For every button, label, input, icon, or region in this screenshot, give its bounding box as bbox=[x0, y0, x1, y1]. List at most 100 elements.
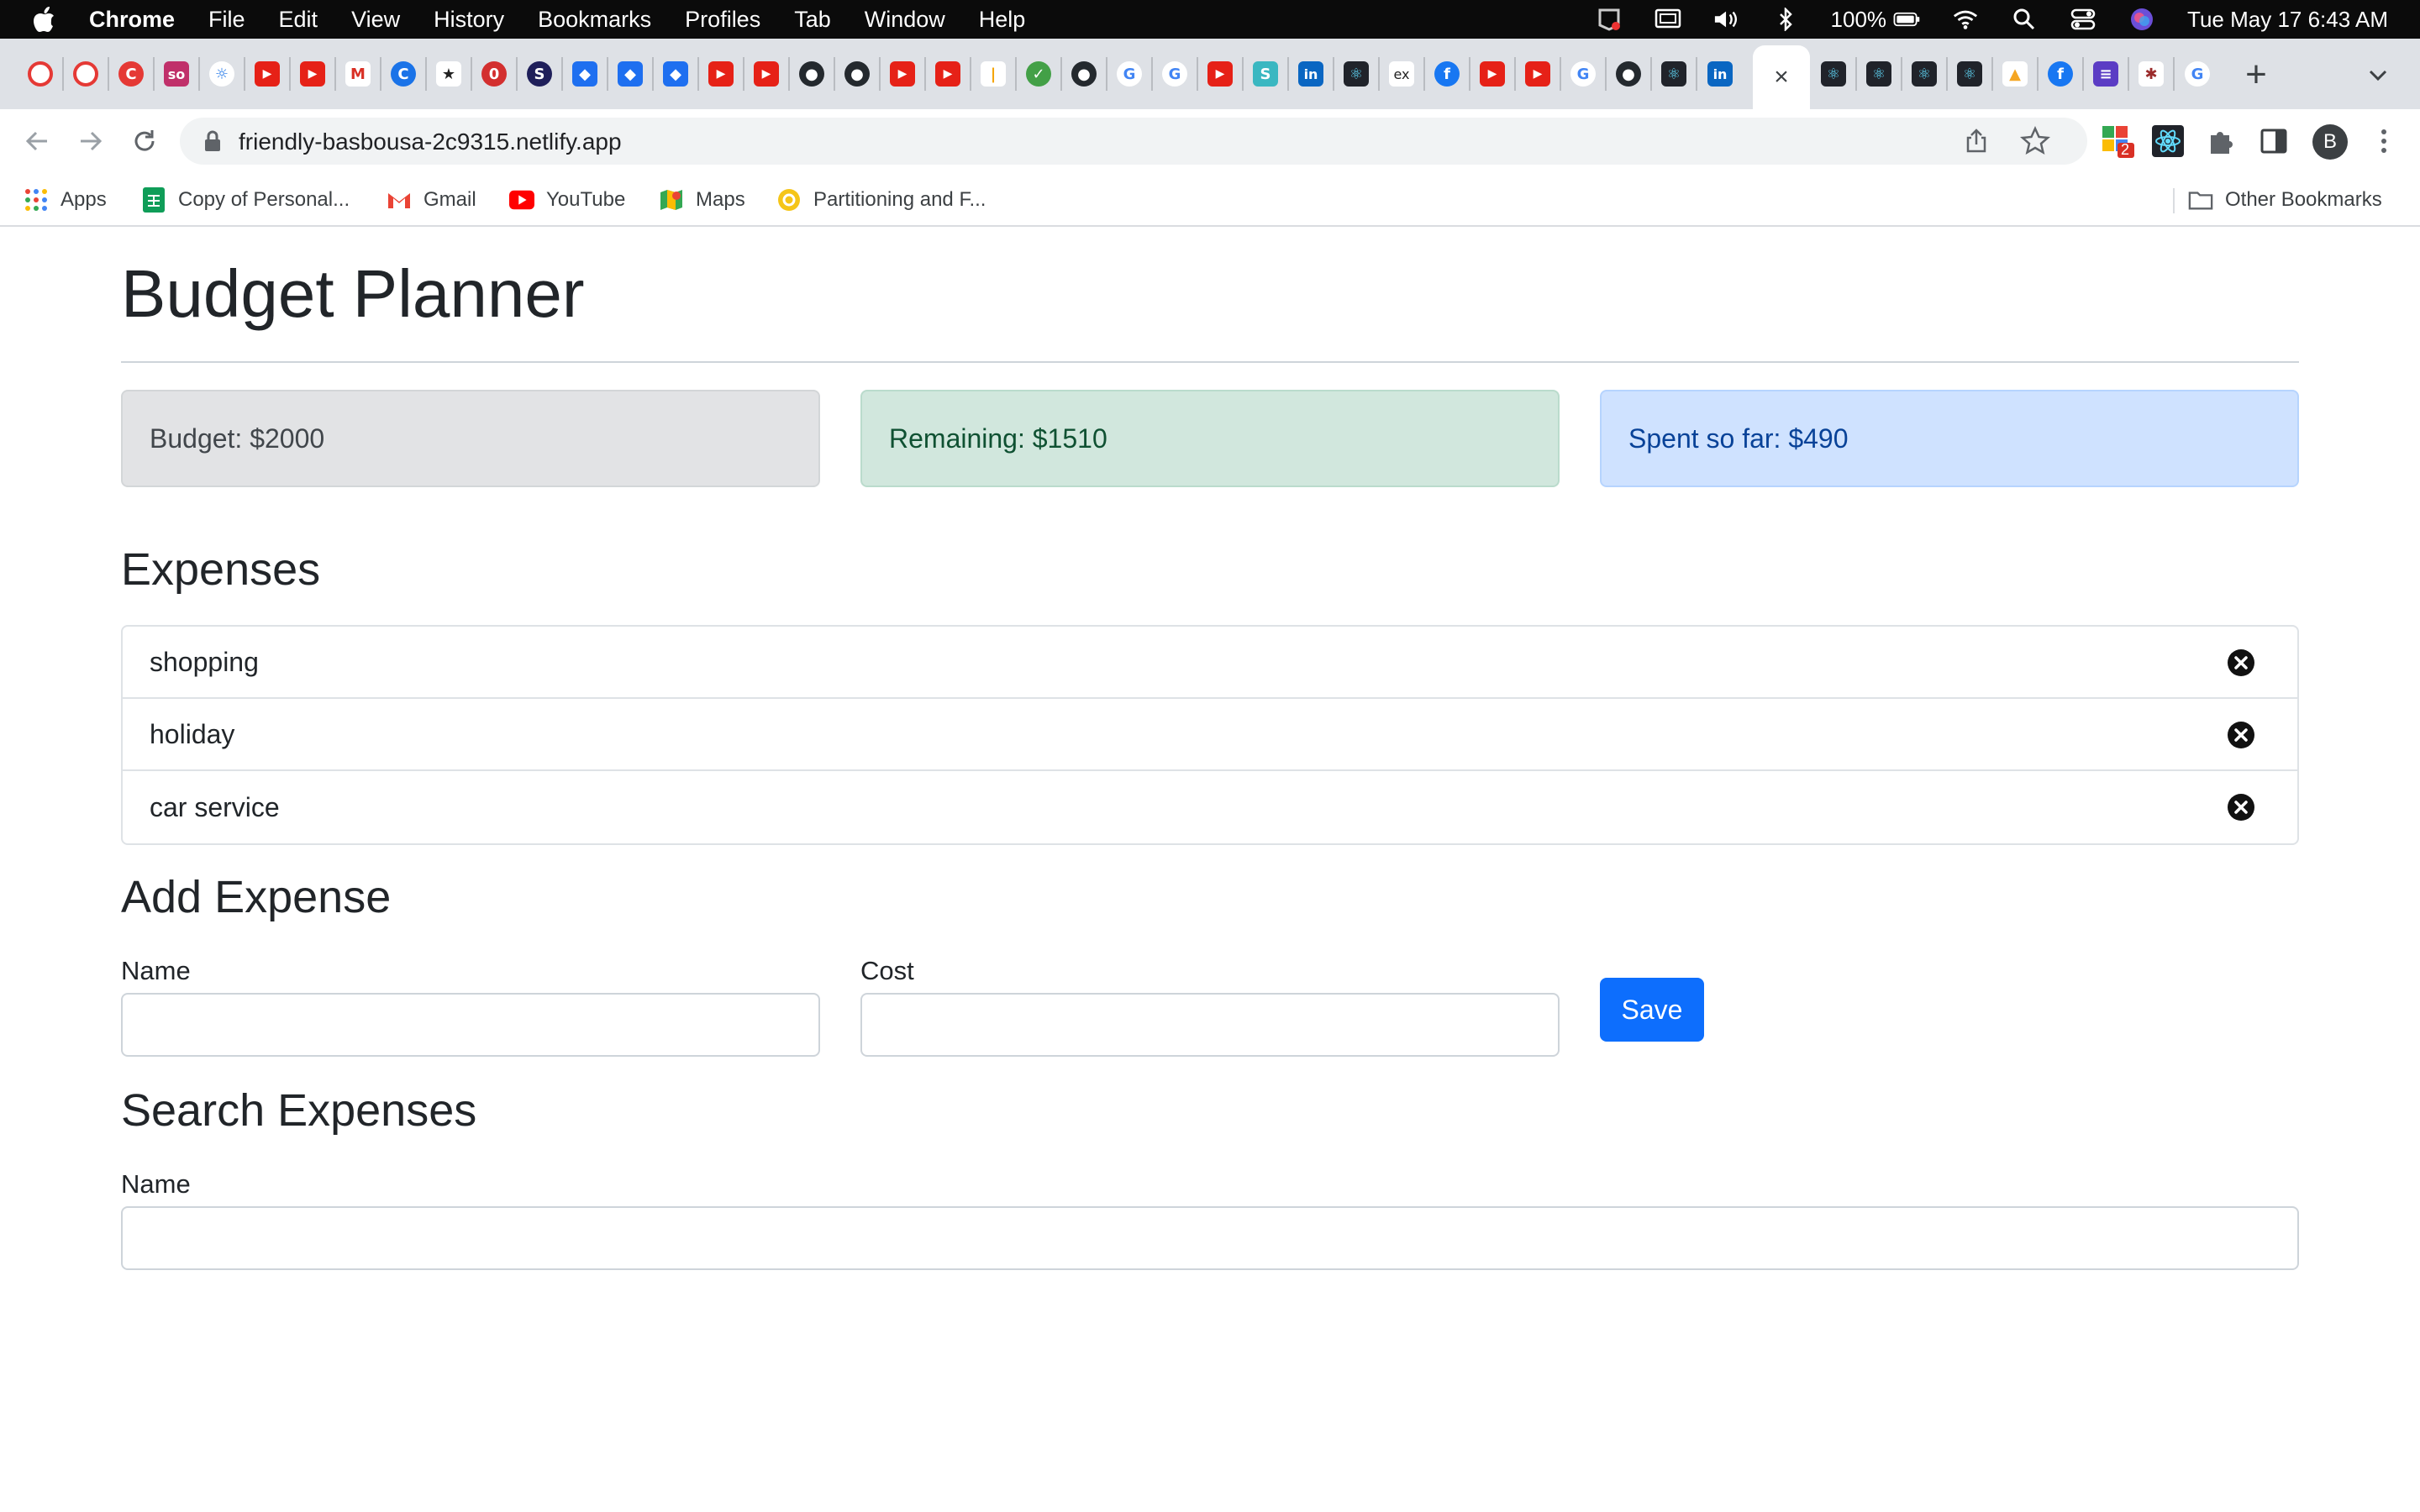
side-panel-icon[interactable] bbox=[2257, 124, 2291, 158]
tab-favicon[interactable]: ☼ bbox=[200, 57, 245, 91]
tab-favicon[interactable]: G bbox=[1561, 57, 1607, 91]
tab-favicon[interactable]: S bbox=[1244, 57, 1289, 91]
tab-favicon[interactable]: S bbox=[518, 57, 563, 91]
menu-tab[interactable]: Tab bbox=[794, 7, 831, 33]
tab-search-chevron-icon[interactable] bbox=[2361, 59, 2395, 92]
menu-history[interactable]: History bbox=[434, 7, 504, 33]
tab-favicon[interactable]: G bbox=[1153, 57, 1198, 91]
bookmark-maps[interactable]: Maps bbox=[659, 186, 745, 213]
tab-favicon[interactable]: ✓ bbox=[1017, 57, 1062, 91]
expense-name-input[interactable] bbox=[121, 993, 820, 1057]
tab-favicon[interactable]: G bbox=[2175, 57, 2220, 91]
react-devtools-icon[interactable] bbox=[2151, 124, 2185, 158]
address-bar[interactable]: friendly-basbousa-2c9315.netlify.app bbox=[180, 118, 2087, 165]
tab-favicon[interactable]: ▶ bbox=[1516, 57, 1561, 91]
tab-favicon[interactable]: ● bbox=[1062, 57, 1107, 91]
bluetooth-icon[interactable] bbox=[1772, 8, 1799, 31]
other-bookmarks[interactable]: Other Bookmarks bbox=[2188, 186, 2382, 213]
lock-icon[interactable] bbox=[203, 129, 224, 153]
screen-mirroring-icon[interactable] bbox=[1655, 8, 1681, 31]
tab-favicon[interactable]: M bbox=[336, 57, 381, 91]
tab-favicon[interactable]: ⚛ bbox=[1812, 57, 1857, 91]
tab-favicon[interactable]: ✱ bbox=[2129, 57, 2175, 91]
close-tab-icon[interactable]: × bbox=[1774, 63, 1789, 92]
tab-favicon[interactable]: ex bbox=[1380, 57, 1425, 91]
expense-cost-input[interactable] bbox=[860, 993, 1560, 1057]
tab-favicon[interactable]: ▶ bbox=[744, 57, 790, 91]
tab-favicon[interactable] bbox=[64, 57, 109, 91]
wifi-icon[interactable] bbox=[1952, 8, 1979, 31]
menu-view[interactable]: View bbox=[351, 7, 400, 33]
battery-icon[interactable] bbox=[1893, 8, 1920, 31]
back-button[interactable] bbox=[17, 121, 57, 161]
bookmark-partitioning[interactable]: Partitioning and F... bbox=[776, 186, 986, 213]
tab-favicon[interactable]: ▶ bbox=[926, 57, 971, 91]
delete-expense-icon[interactable] bbox=[2227, 793, 2255, 822]
chrome-menu-icon[interactable] bbox=[2371, 124, 2396, 158]
tab-favicon[interactable]: f bbox=[2039, 57, 2084, 91]
apple-logo-icon[interactable] bbox=[32, 6, 55, 33]
tab-favicon[interactable]: ★ bbox=[427, 57, 472, 91]
volume-icon[interactable] bbox=[1713, 8, 1740, 31]
tab-favicon[interactable]: ⚛ bbox=[1652, 57, 1697, 91]
extensions-puzzle-icon[interactable] bbox=[2205, 124, 2238, 158]
tab-favicon[interactable]: ● bbox=[835, 57, 881, 91]
tab-favicon[interactable]: ◆ bbox=[608, 57, 654, 91]
bookmark-youtube[interactable]: YouTube bbox=[509, 186, 625, 213]
share-icon[interactable] bbox=[1963, 128, 1990, 155]
active-tab[interactable]: × bbox=[1753, 45, 1810, 109]
tab-favicon[interactable]: ⚛ bbox=[1334, 57, 1380, 91]
shield-extension-icon[interactable] bbox=[1596, 8, 1623, 31]
menu-help[interactable]: Help bbox=[979, 7, 1026, 33]
menu-profiles[interactable]: Profiles bbox=[685, 7, 760, 33]
extension-colorful-icon[interactable]: 2 bbox=[2101, 124, 2134, 158]
tab-favicon[interactable]: ⚛ bbox=[1948, 57, 1993, 91]
tab-favicon[interactable]: ⚛ bbox=[1902, 57, 1948, 91]
tab-favicon[interactable]: 0 bbox=[472, 57, 518, 91]
delete-expense-icon[interactable] bbox=[2227, 721, 2255, 749]
tab-favicon[interactable]: ◆ bbox=[654, 57, 699, 91]
save-button[interactable]: Save bbox=[1600, 978, 1704, 1042]
tab-favicon[interactable]: C bbox=[381, 57, 427, 91]
tab-favicon[interactable]: ▶ bbox=[245, 57, 291, 91]
tab-favicon[interactable]: | bbox=[971, 57, 1017, 91]
forward-button[interactable] bbox=[71, 121, 111, 161]
tab-favicon[interactable]: in bbox=[1289, 57, 1334, 91]
bookmark-star-icon[interactable] bbox=[2019, 125, 2051, 156]
menu-app-name[interactable]: Chrome bbox=[89, 7, 175, 33]
tab-favicon[interactable]: ● bbox=[1607, 57, 1652, 91]
tab-favicon[interactable]: ▲ bbox=[1993, 57, 2039, 91]
menu-file[interactable]: File bbox=[208, 7, 245, 33]
reload-button[interactable] bbox=[124, 121, 165, 161]
tab-favicon[interactable]: ≡ bbox=[2084, 57, 2129, 91]
tab-favicon[interactable]: ▶ bbox=[291, 57, 336, 91]
tab-favicon[interactable]: so bbox=[155, 57, 200, 91]
bookmark-sheets[interactable]: Copy of Personal... bbox=[141, 186, 350, 213]
spotlight-search-icon[interactable] bbox=[2011, 8, 2038, 31]
menu-edit[interactable]: Edit bbox=[279, 7, 318, 33]
tab-favicon[interactable]: ● bbox=[790, 57, 835, 91]
delete-expense-icon[interactable] bbox=[2227, 648, 2255, 677]
tab-favicon[interactable] bbox=[18, 57, 64, 91]
profile-avatar[interactable]: B bbox=[2312, 124, 2348, 160]
search-expense-input[interactable] bbox=[121, 1206, 2299, 1270]
tab-favicon[interactable]: G bbox=[1107, 57, 1153, 91]
tab-favicon[interactable]: ▶ bbox=[699, 57, 744, 91]
tab-favicon[interactable]: ◆ bbox=[563, 57, 608, 91]
tab-favicon[interactable]: ▶ bbox=[1198, 57, 1244, 91]
bookmark-gmail[interactable]: Gmail bbox=[387, 186, 476, 213]
tab-favicon[interactable]: ▶ bbox=[881, 57, 926, 91]
menu-bookmarks[interactable]: Bookmarks bbox=[538, 7, 651, 33]
tab-favicon[interactable]: ▶ bbox=[1470, 57, 1516, 91]
siri-icon[interactable] bbox=[2128, 8, 2155, 31]
menu-window[interactable]: Window bbox=[865, 7, 945, 33]
new-tab-button[interactable]: + bbox=[2235, 54, 2277, 96]
clock-datetime[interactable]: Tue May 17 6:43 AM bbox=[2187, 7, 2388, 33]
bookmark-apps[interactable]: Apps bbox=[24, 186, 107, 213]
url-text[interactable]: friendly-basbousa-2c9315.netlify.app bbox=[239, 129, 622, 155]
tab-favicon[interactable]: in bbox=[1697, 57, 1743, 91]
tab-favicon[interactable]: f bbox=[1425, 57, 1470, 91]
control-center-icon[interactable] bbox=[2070, 8, 2096, 31]
tab-favicon[interactable]: C bbox=[109, 57, 155, 91]
tab-favicon[interactable]: ⚛ bbox=[1857, 57, 1902, 91]
